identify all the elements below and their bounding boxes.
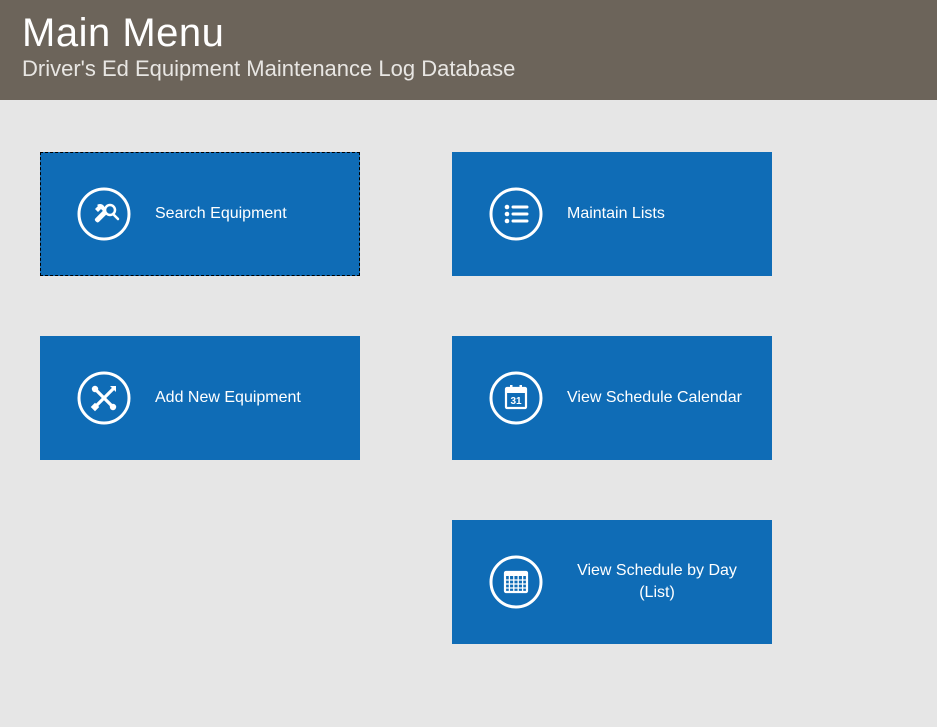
tile-label: Maintain Lists [567, 203, 665, 225]
calendar-date-icon: 31 [487, 369, 545, 427]
list-icon [487, 185, 545, 243]
tile-search-equipment[interactable]: Search Equipment [40, 152, 360, 276]
page-subtitle: Driver's Ed Equipment Maintenance Log Da… [22, 56, 915, 82]
svg-text:31: 31 [510, 396, 522, 407]
tile-add-new-equipment[interactable]: Add New Equipment [40, 336, 360, 460]
wrench-search-icon [75, 185, 133, 243]
tile-maintain-lists[interactable]: Maintain Lists [452, 152, 772, 276]
tile-label: View Schedule Calendar [567, 387, 742, 409]
calendar-grid-icon [487, 553, 545, 611]
content-area: Search Equipment Maintain Lists [0, 100, 937, 724]
tile-view-schedule-by-day[interactable]: View Schedule by Day (List) [452, 520, 772, 644]
tile-label: View Schedule by Day (List) [567, 560, 747, 603]
tile-view-schedule-calendar[interactable]: 31 View Schedule Calendar [452, 336, 772, 460]
tile-label: Search Equipment [155, 203, 287, 225]
page-title: Main Menu [22, 12, 915, 54]
tools-icon [75, 369, 133, 427]
tile-label: Add New Equipment [155, 387, 301, 409]
header: Main Menu Driver's Ed Equipment Maintena… [0, 0, 937, 100]
